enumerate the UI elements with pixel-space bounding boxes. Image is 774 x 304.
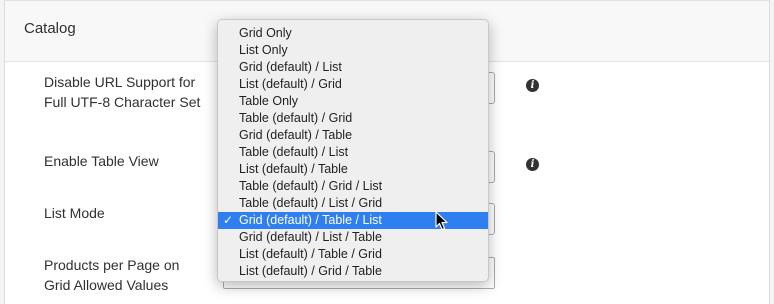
dropdown-option[interactable]: Table (default) / List [218, 144, 488, 161]
dropdown-option[interactable]: Table (default) / List / Grid [218, 195, 488, 212]
dropdown-option-label: Grid (default) / List [239, 60, 342, 74]
list-mode-dropdown-menu: Grid Only List Only Grid (default) / List L… [217, 19, 489, 282]
dropdown-option-label: List (default) / Grid [239, 77, 342, 91]
dropdown-option-label: List (default) / Grid / Table [239, 264, 382, 278]
dropdown-option[interactable]: Table (default) / Grid [218, 110, 488, 127]
field-label-disable-url-support: Disable URL Support for Full UTF-8 Chara… [44, 74, 201, 110]
dropdown-option[interactable]: Table Only [218, 93, 488, 110]
dropdown-option[interactable]: Table (default) / Grid / List [218, 178, 488, 195]
dropdown-option[interactable]: List (default) / Table / Grid [218, 246, 488, 263]
field-label-enable-table-view: Enable Table View [44, 153, 159, 169]
dropdown-option-label: Table (default) / Grid [239, 111, 353, 125]
info-icon[interactable]: i [526, 158, 539, 171]
check-icon: ✓ [223, 213, 234, 227]
dropdown-option[interactable]: List (default) / Grid [218, 76, 488, 93]
dropdown-option-label: List Only [239, 43, 288, 57]
dropdown-option[interactable]: List (default) / Table [218, 161, 488, 178]
dropdown-option-label: Grid (default) / Table [239, 128, 353, 142]
dropdown-option-label: List (default) / Table / Grid [239, 247, 382, 261]
dropdown-option[interactable]: List (default) / Grid / Table [218, 263, 488, 280]
dropdown-option-label: Grid (default) / List / Table [239, 230, 382, 244]
dropdown-option[interactable]: List Only [218, 42, 488, 59]
dropdown-option-label: Table (default) / Grid / List [239, 179, 383, 193]
dropdown-option-label: Grid (default) / Table / List [239, 213, 382, 227]
section-title: Catalog [24, 20, 76, 37]
info-icon[interactable]: i [526, 79, 539, 92]
dropdown-option-label: Table Only [239, 94, 299, 108]
field-label-list-mode: List Mode [44, 205, 105, 221]
catalog-settings-panel: Catalog Disable URL Support for Full UTF… [4, 0, 770, 304]
dropdown-option[interactable]: Grid (default) / List [218, 59, 488, 76]
dropdown-option[interactable]: Grid (default) / List / Table [218, 229, 488, 246]
dropdown-option-label: Grid Only [239, 26, 292, 40]
field-label-products-per-page-grid: Products per Page on Grid Allowed Values [44, 257, 180, 293]
mouse-pointer-icon [435, 211, 448, 231]
dropdown-option[interactable]: Grid Only [218, 25, 488, 42]
dropdown-option[interactable]: Grid (default) / Table [218, 127, 488, 144]
dropdown-option-label: List (default) / Table [239, 162, 348, 176]
dropdown-option-label: Table (default) / List / Grid [239, 196, 383, 210]
dropdown-option-label: Table (default) / List [239, 145, 349, 159]
